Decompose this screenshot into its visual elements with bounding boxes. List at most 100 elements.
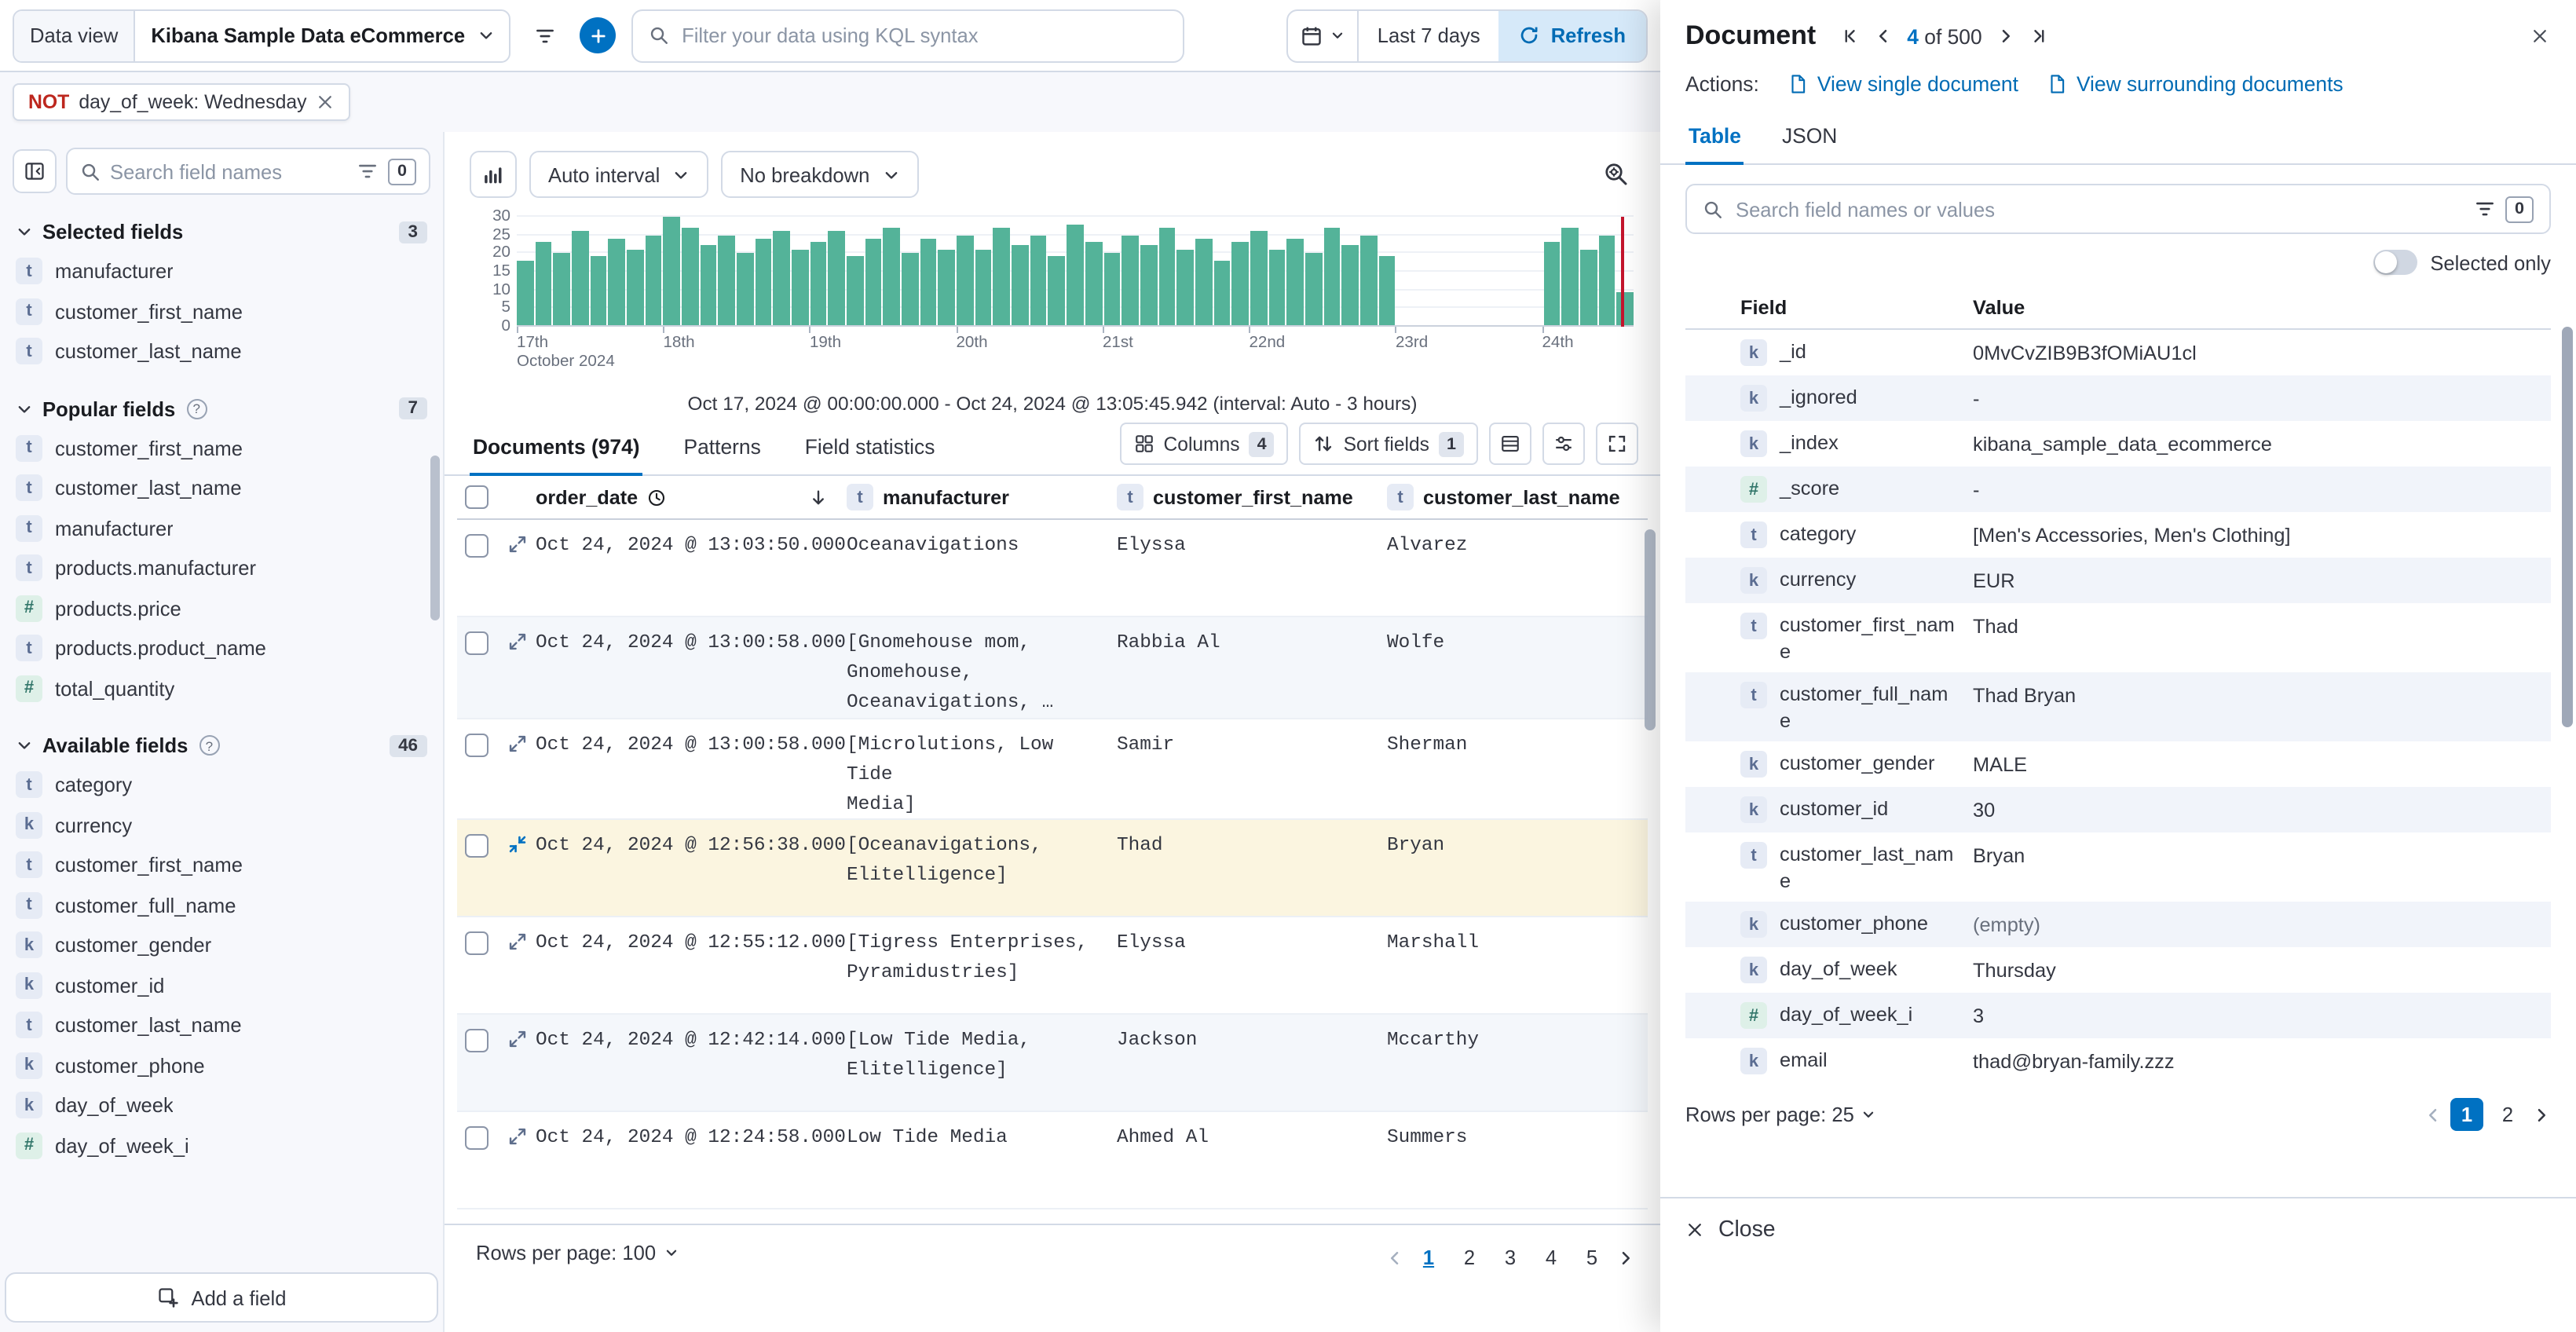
rows-per-page-dropdown[interactable]: Rows per page: 100 xyxy=(476,1241,678,1264)
previous-page-button[interactable] xyxy=(2424,1105,2442,1124)
collapse-sidebar-button[interactable] xyxy=(13,149,57,193)
sidebar-field-item[interactable]: tcategory xyxy=(13,765,430,805)
value-cell[interactable]: Thad Bryan xyxy=(1973,680,2551,709)
chart-options-button[interactable] xyxy=(1594,162,1638,187)
field-filter-icon[interactable] xyxy=(357,160,379,182)
sidebar-field-item[interactable]: tcustomer_last_name xyxy=(13,468,430,508)
flyout-tab-table[interactable]: Table xyxy=(1685,115,1744,163)
field-section-header-selected-fields[interactable]: Selected fields3 xyxy=(16,220,427,243)
sidebar-field-item[interactable]: tcustomer_last_name xyxy=(13,331,430,371)
sidebar-field-item[interactable]: kcustomer_gender xyxy=(13,925,430,965)
row-checkbox[interactable] xyxy=(465,733,488,756)
expand-document-icon[interactable] xyxy=(507,534,527,554)
close-flyout-button[interactable] xyxy=(2519,16,2560,57)
column-header-order-date[interactable]: order_date xyxy=(536,486,847,508)
collapse-document-icon[interactable] xyxy=(507,835,527,855)
sidebar-field-item[interactable]: kday_of_week xyxy=(13,1085,430,1125)
sidebar-field-item[interactable]: tproducts.product_name xyxy=(13,628,430,668)
value-cell[interactable]: Thad xyxy=(1973,611,2551,640)
field-cell[interactable]: kday_of_week xyxy=(1740,955,1973,983)
field-cell[interactable]: kcustomer_id xyxy=(1740,795,1973,823)
display-options-button[interactable] xyxy=(1542,423,1585,465)
flyout-scrollbar[interactable] xyxy=(2562,327,2573,727)
value-cell[interactable]: kibana_sample_data_ecommerce xyxy=(1973,429,2551,458)
row-checkbox[interactable] xyxy=(465,932,488,956)
page-1-button[interactable]: 1 xyxy=(1412,1241,1445,1274)
breakdown-dropdown[interactable]: No breakdown xyxy=(721,151,918,198)
flyout-search-input[interactable] xyxy=(1736,197,2461,221)
sidebar-field-item[interactable]: tproducts.manufacturer xyxy=(13,548,430,588)
value-cell[interactable]: thad@bryan-family.zzz xyxy=(1973,1046,2551,1075)
previous-document-button[interactable] xyxy=(1874,27,1893,46)
data-view-picker[interactable]: Data view Kibana Sample Data eCommerce xyxy=(13,9,510,62)
sidebar-field-item[interactable]: tmanufacturer xyxy=(13,508,430,548)
field-cell[interactable]: tcustomer_last_name xyxy=(1740,840,1973,894)
interval-dropdown[interactable]: Auto interval xyxy=(529,151,708,198)
sidebar-field-item[interactable]: tcustomer_full_name xyxy=(13,885,430,925)
page-5-button[interactable]: 5 xyxy=(1575,1241,1608,1274)
sidebar-field-item[interactable]: tcustomer_first_name xyxy=(13,845,430,885)
field-cell[interactable]: kcurrency xyxy=(1740,565,1973,594)
flyout-filter-icon[interactable] xyxy=(2474,198,2496,220)
field-cell[interactable]: k_id xyxy=(1740,338,1973,366)
sidebar-field-item[interactable]: kcustomer_id xyxy=(13,965,430,1005)
refresh-button[interactable]: Refresh xyxy=(1499,10,1646,60)
field-search-input[interactable] xyxy=(110,159,347,183)
date-quick-select-button[interactable] xyxy=(1288,10,1359,60)
add-field-button[interactable]: Add a field xyxy=(5,1272,438,1323)
sidebar-field-item[interactable]: kcustomer_phone xyxy=(13,1045,430,1085)
sort-fields-button[interactable]: Sort fields 1 xyxy=(1300,423,1478,465)
selected-only-toggle[interactable] xyxy=(2373,250,2417,275)
row-checkbox[interactable] xyxy=(465,631,488,655)
value-cell[interactable]: 3 xyxy=(1973,1001,2551,1030)
sidebar-field-item[interactable]: #products.price xyxy=(13,588,430,628)
field-cell[interactable]: kcustomer_phone xyxy=(1740,909,1973,938)
tab-patterns[interactable]: Patterns xyxy=(681,421,764,474)
sidebar-field-item[interactable]: #total_quantity xyxy=(13,668,430,708)
close-button[interactable]: Close xyxy=(1685,1217,1776,1242)
page-1-button[interactable]: 1 xyxy=(2450,1098,2483,1131)
view-single-document-link[interactable]: View single document xyxy=(1787,72,2018,96)
value-cell[interactable]: (empty) xyxy=(1973,909,2551,939)
sidebar-field-item[interactable]: tcustomer_first_name xyxy=(13,428,430,468)
filter-pill[interactable]: NOT day_of_week: Wednesday xyxy=(13,83,351,121)
tab-documents-974[interactable]: Documents (974) xyxy=(470,421,643,474)
expand-document-icon[interactable] xyxy=(507,733,527,753)
column-header-customer-first-name[interactable]: tcustomer_first_name xyxy=(1117,484,1387,510)
field-section-header-available-fields[interactable]: Available fields?46 xyxy=(16,734,427,757)
flyout-tab-json[interactable]: JSON xyxy=(1779,115,1840,163)
last-document-button[interactable] xyxy=(2029,27,2048,46)
expand-document-icon[interactable] xyxy=(507,631,527,652)
page-3-button[interactable]: 3 xyxy=(1494,1241,1527,1274)
sidebar-field-item[interactable]: tcustomer_first_name xyxy=(13,291,430,331)
next-document-button[interactable] xyxy=(1996,27,2015,46)
add-filter-button[interactable] xyxy=(580,17,616,53)
value-cell[interactable]: - xyxy=(1973,474,2551,503)
sidebar-field-item[interactable]: tmanufacturer xyxy=(13,251,430,291)
row-checkbox[interactable] xyxy=(465,1030,488,1053)
value-cell[interactable]: Thursday xyxy=(1973,955,2551,984)
sidebar-scrollbar[interactable] xyxy=(430,456,440,620)
fullscreen-button[interactable] xyxy=(1596,423,1638,465)
field-cell[interactable]: tcategory xyxy=(1740,520,1973,548)
expand-document-icon[interactable] xyxy=(507,1030,527,1050)
sidebar-field-item[interactable]: #day_of_week_i xyxy=(13,1125,430,1166)
row-checkbox[interactable] xyxy=(465,1127,488,1151)
data-view-value[interactable]: Kibana Sample Data eCommerce xyxy=(135,24,478,47)
columns-button[interactable]: Columns 4 xyxy=(1120,423,1289,465)
value-cell[interactable]: [Men's Accessories, Men's Clothing] xyxy=(1973,520,2551,549)
field-cell[interactable]: kemail xyxy=(1740,1046,1973,1074)
time-range-value[interactable]: Last 7 days xyxy=(1359,10,1499,60)
histogram-chart[interactable]: 302520151050 17thOctober 202418th19th20t… xyxy=(470,217,1638,374)
chart-visibility-button[interactable] xyxy=(470,151,517,198)
column-header-customer-last-name[interactable]: tcustomer_last_name xyxy=(1387,484,1648,510)
row-checkbox[interactable] xyxy=(465,534,488,558)
tab-field-statistics[interactable]: Field statistics xyxy=(802,421,939,474)
view-surrounding-documents-link[interactable]: View surrounding documents xyxy=(2047,72,2344,96)
sidebar-field-item[interactable]: tcustomer_last_name xyxy=(13,1005,430,1045)
expand-document-icon[interactable] xyxy=(507,932,527,953)
saved-query-menu-button[interactable] xyxy=(523,10,567,60)
row-density-button[interactable] xyxy=(1489,423,1531,465)
field-cell[interactable]: #day_of_week_i xyxy=(1740,1001,1973,1029)
field-cell[interactable]: k_ignored xyxy=(1740,383,1973,412)
